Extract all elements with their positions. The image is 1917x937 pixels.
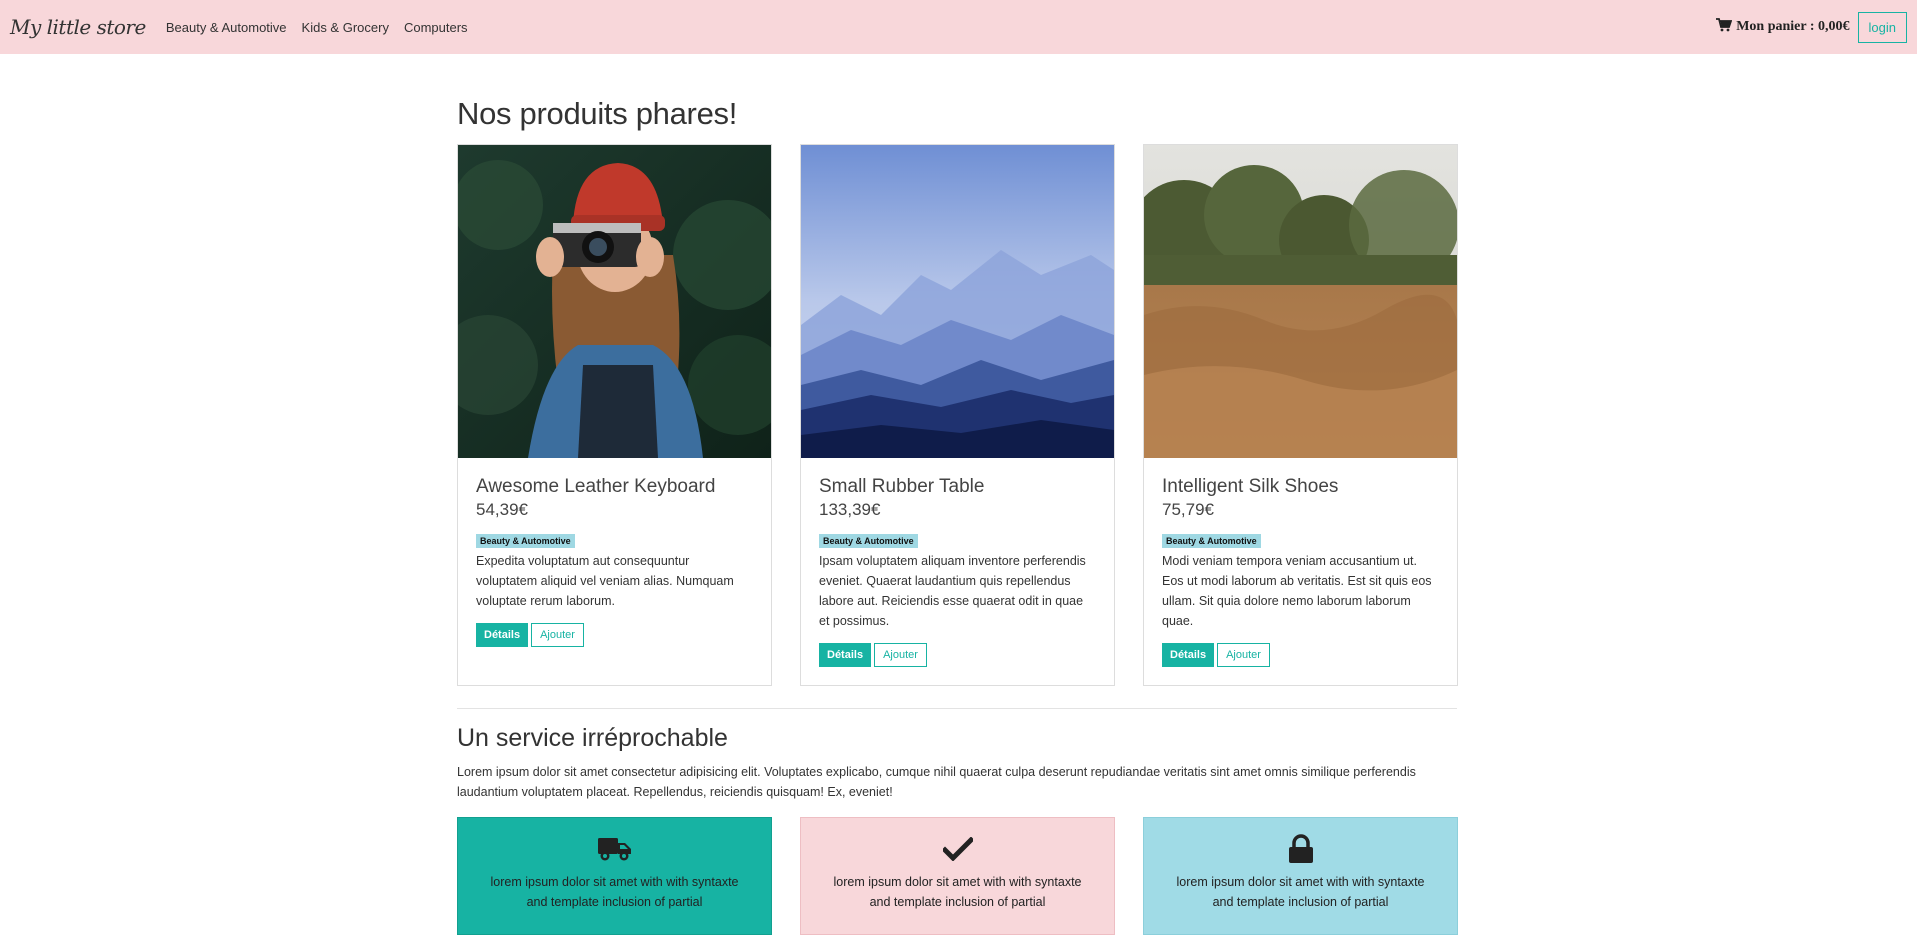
product-actions: Détails Ajouter — [819, 643, 1096, 667]
lock-icon — [1288, 834, 1314, 864]
service-description: Lorem ipsum dolor sit amet consectetur a… — [457, 765, 1416, 799]
product-price: 54,39€ — [476, 500, 528, 519]
navbar: My little store Beauty & Automotive Kids… — [0, 0, 1917, 54]
cart-link[interactable]: Mon panier : 0,00€ — [1716, 17, 1850, 37]
brand-logo[interactable]: My little store — [10, 15, 146, 39]
login-button[interactable]: login — [1857, 11, 1907, 43]
nav-right: Mon panier : 0,00€ login — [1716, 11, 1907, 43]
product-name: Awesome Leather Keyboard — [476, 476, 716, 497]
category-badge: Beauty & Automotive — [819, 534, 918, 548]
add-to-cart-button[interactable]: Ajouter — [531, 623, 584, 647]
category-badge: Beauty & Automotive — [1162, 534, 1261, 548]
product-actions: Détails Ajouter — [1162, 643, 1439, 667]
service-features: lorem ipsum dolor sit amet with with syn… — [457, 817, 1458, 935]
details-button[interactable]: Détails — [819, 643, 872, 667]
truck-icon — [597, 834, 632, 864]
product-description: Modi veniam tempora veniam accusantium u… — [1162, 554, 1432, 628]
details-button[interactable]: Détails — [476, 623, 529, 647]
product-card: Awesome Leather Keyboard 54,39€ Beauty &… — [457, 144, 772, 686]
nav-link-computers[interactable]: Computers — [404, 20, 468, 35]
product-price: 133,39€ — [819, 500, 881, 519]
nav-links: Beauty & Automotive Kids & Grocery Compu… — [166, 20, 468, 35]
category-badge: Beauty & Automotive — [476, 534, 575, 548]
product-description: Ipsam voluptatem aliquam inventore perfe… — [819, 554, 1086, 628]
feature-box-delivery: lorem ipsum dolor sit amet with with syn… — [457, 817, 772, 935]
product-image[interactable] — [801, 145, 1114, 458]
feature-text: lorem ipsum dolor sit amet with with syn… — [833, 875, 1082, 909]
add-to-cart-button[interactable]: Ajouter — [1217, 643, 1270, 667]
product-name: Small Rubber Table — [819, 476, 985, 497]
product-name: Intelligent Silk Shoes — [1162, 476, 1339, 497]
product-card-body: Awesome Leather Keyboard 54,39€ Beauty &… — [458, 458, 771, 665]
product-card-body: Intelligent Silk Shoes 75,79€ Beauty & A… — [1144, 458, 1457, 685]
product-image[interactable] — [458, 145, 771, 458]
cart-label: Mon panier : 0,00€ — [1736, 19, 1850, 34]
feature-box-security: lorem ipsum dolor sit amet with with syn… — [1143, 817, 1458, 935]
product-card: Intelligent Silk Shoes 75,79€ Beauty & A… — [1143, 144, 1458, 686]
details-button[interactable]: Détails — [1162, 643, 1215, 667]
shopping-cart-icon — [1716, 17, 1733, 37]
product-card-body: Small Rubber Table 133,39€ Beauty & Auto… — [801, 458, 1114, 685]
product-description: Expedita voluptatum aut consequuntur vol… — [476, 554, 734, 608]
nav-link-kids-grocery[interactable]: Kids & Grocery — [302, 20, 389, 35]
section-divider — [457, 708, 1457, 709]
add-to-cart-button[interactable]: Ajouter — [874, 643, 927, 667]
feature-box-quality: lorem ipsum dolor sit amet with with syn… — [800, 817, 1115, 935]
product-image[interactable] — [1144, 145, 1457, 458]
service-title: Un service irréprochable — [457, 724, 728, 752]
product-cards: Awesome Leather Keyboard 54,39€ Beauty &… — [457, 144, 1458, 686]
feature-text: lorem ipsum dolor sit amet with with syn… — [490, 875, 739, 909]
product-price: 75,79€ — [1162, 500, 1214, 519]
check-icon — [942, 834, 973, 864]
product-card: Small Rubber Table 133,39€ Beauty & Auto… — [800, 144, 1115, 686]
nav-link-beauty-automotive[interactable]: Beauty & Automotive — [166, 20, 287, 35]
feature-text: lorem ipsum dolor sit amet with with syn… — [1176, 875, 1425, 909]
page-title: Nos produits phares! — [457, 96, 738, 131]
product-actions: Détails Ajouter — [476, 623, 753, 647]
